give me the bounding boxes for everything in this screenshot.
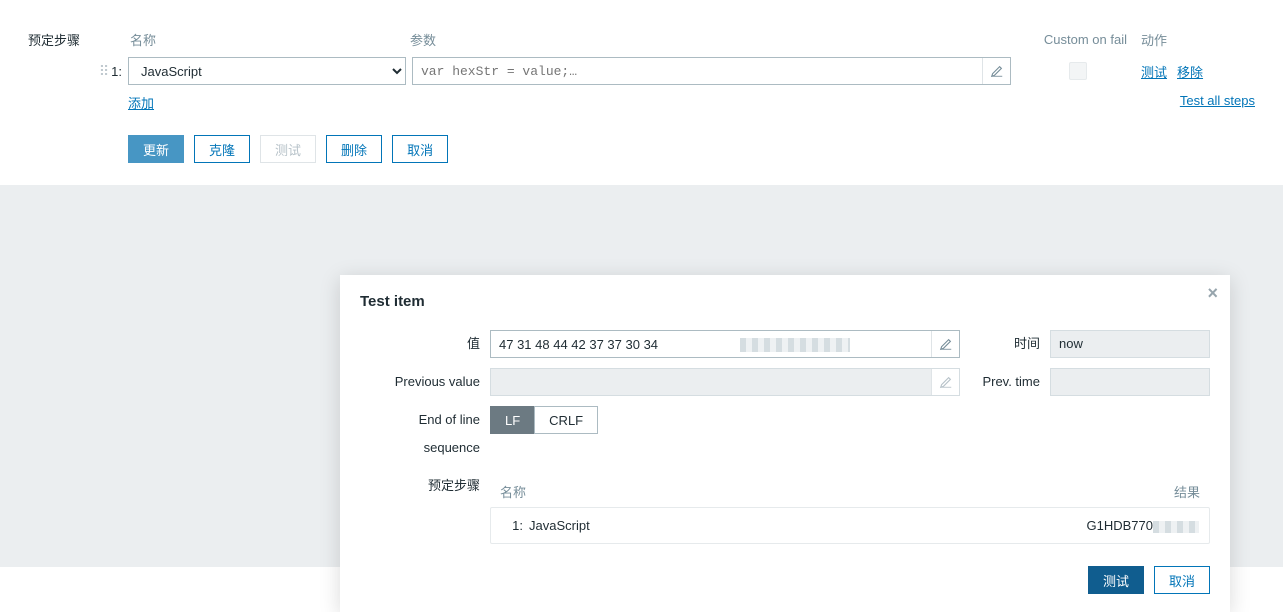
modal-step-row: 1: JavaScript G1HDB770 bbox=[490, 507, 1210, 544]
modal-step-name: JavaScript bbox=[523, 518, 863, 533]
redacted-content bbox=[1153, 521, 1199, 533]
close-icon[interactable]: × bbox=[1207, 283, 1218, 304]
prev-time-label: Prev. time bbox=[960, 368, 1050, 396]
step-index: 1: bbox=[111, 64, 122, 79]
col-custom-on-fail-header: Custom on fail bbox=[1017, 32, 1127, 47]
clone-button[interactable]: 克隆 bbox=[194, 135, 250, 163]
pencil-icon[interactable] bbox=[931, 369, 959, 395]
modal-steps-result-header: 结果 bbox=[862, 482, 1200, 501]
columns-header: 预定步骤 名称 参数 Custom on fail 动作 bbox=[28, 30, 1255, 49]
eol-crlf-button[interactable]: CRLF bbox=[534, 406, 598, 434]
step-row: ⠿ 1: JavaScript 测试 移除 bbox=[28, 57, 1255, 85]
modal-step-result: G1HDB770 bbox=[863, 518, 1199, 533]
modal-test-button[interactable]: 测试 bbox=[1088, 566, 1144, 594]
modal-step-index: 1: bbox=[501, 518, 523, 533]
form-footer-buttons: 更新 克隆 测试 删除 取消 bbox=[28, 135, 1255, 163]
modal-cancel-button[interactable]: 取消 bbox=[1154, 566, 1210, 594]
step-param-input[interactable] bbox=[413, 58, 982, 84]
redacted-content bbox=[740, 338, 850, 352]
add-step-link[interactable]: 添加 bbox=[128, 96, 154, 111]
update-button[interactable]: 更新 bbox=[128, 135, 184, 163]
delete-button[interactable]: 删除 bbox=[326, 135, 382, 163]
modal-steps-table: 名称 结果 1: JavaScript G1HDB770 bbox=[490, 476, 1210, 544]
test-button: 测试 bbox=[260, 135, 316, 163]
step-name-select[interactable]: JavaScript bbox=[128, 57, 406, 85]
time-label: 时间 bbox=[960, 330, 1050, 358]
modal-title: Test item bbox=[360, 293, 1210, 310]
prev-value-input-wrap bbox=[490, 368, 960, 396]
custom-on-fail-checkbox[interactable] bbox=[1069, 62, 1087, 80]
step-remove-link[interactable]: 移除 bbox=[1177, 62, 1203, 81]
eol-label: End of line sequence bbox=[360, 406, 490, 462]
col-name-header: 名称 bbox=[128, 30, 410, 49]
cancel-button[interactable]: 取消 bbox=[392, 135, 448, 163]
pencil-icon[interactable] bbox=[931, 331, 959, 357]
step-test-link[interactable]: 测试 bbox=[1141, 62, 1167, 81]
value-input[interactable] bbox=[491, 331, 931, 357]
col-param-header: 参数 bbox=[410, 30, 1017, 49]
eol-lf-button[interactable]: LF bbox=[490, 406, 534, 434]
preprocessing-section: 预定步骤 名称 参数 Custom on fail 动作 ⠿ 1: JavaSc… bbox=[0, 0, 1283, 185]
time-value: now bbox=[1050, 330, 1210, 358]
prev-value-label: Previous value bbox=[360, 368, 490, 396]
test-item-modal: × Test item 值 时间 now Previous value bbox=[340, 275, 1230, 612]
pencil-icon[interactable] bbox=[982, 58, 1010, 84]
modal-presteps-label: 预定步骤 bbox=[360, 472, 490, 544]
col-action-header: 动作 bbox=[1127, 30, 1255, 49]
eol-toggle: LF CRLF bbox=[490, 406, 598, 462]
prev-value-input bbox=[491, 369, 931, 395]
prev-time-value bbox=[1050, 368, 1210, 396]
presteps-label: 预定步骤 bbox=[28, 30, 128, 49]
drag-handle-icon[interactable]: ⠿ bbox=[99, 63, 107, 80]
step-param-field[interactable] bbox=[412, 57, 1011, 85]
page-background: × Test item 值 时间 now Previous value bbox=[0, 185, 1283, 567]
modal-steps-name-header: 名称 bbox=[500, 482, 862, 501]
test-all-steps-link[interactable]: Test all steps bbox=[1180, 93, 1255, 108]
value-input-wrap[interactable] bbox=[490, 330, 960, 358]
value-label: 值 bbox=[360, 330, 490, 358]
